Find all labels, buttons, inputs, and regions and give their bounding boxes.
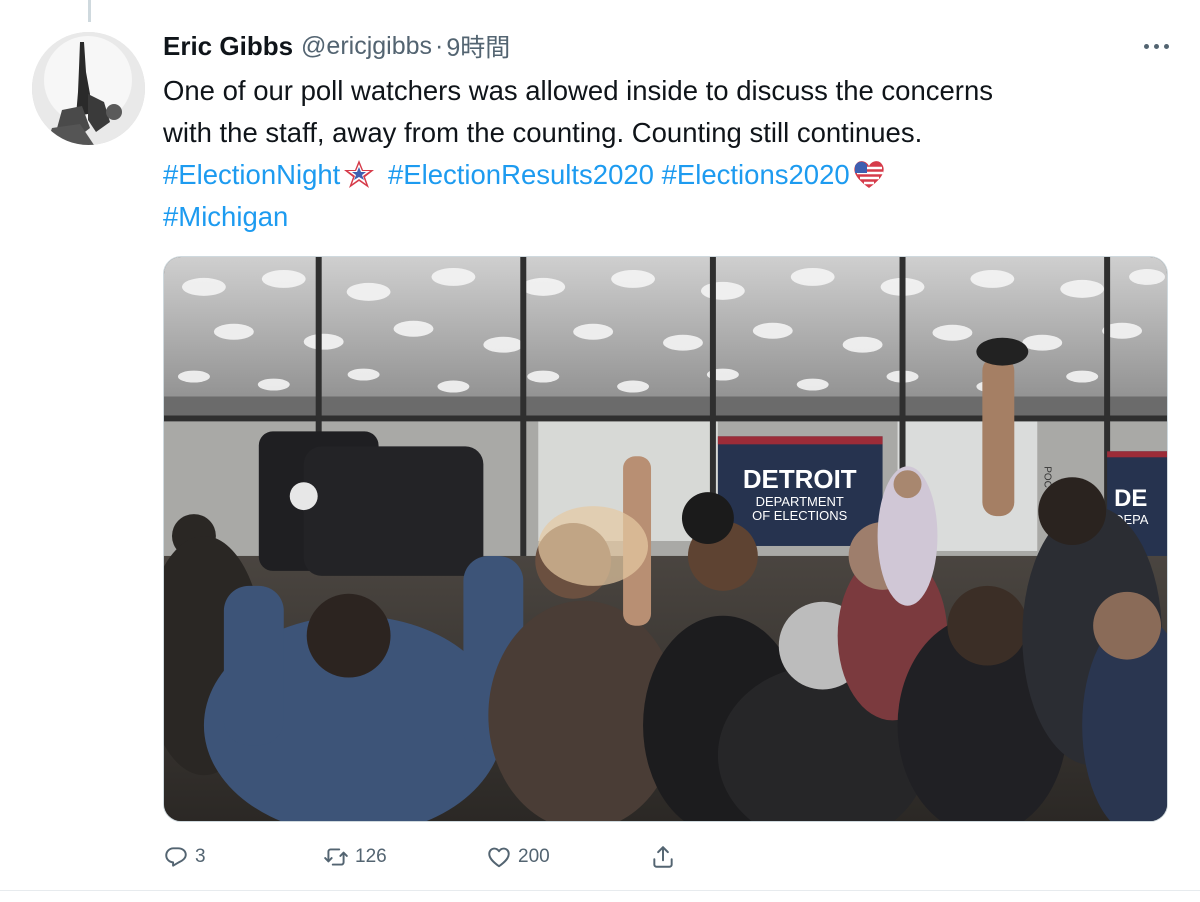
like-count: 200 (518, 846, 550, 867)
tweet-text-line: One of our poll watchers was allowed ins… (163, 75, 994, 106)
tweet-header: Eric Gibbs @ericjgibbs · 9時間 (163, 28, 510, 64)
hashtag-elections-2020[interactable]: #Elections2020 (662, 159, 850, 190)
retweet-button[interactable]: 126 (323, 840, 387, 874)
banner-subtitle: OF ELECTIONS (752, 508, 847, 523)
hashtag-line: #ElectionNight #ElectionResults2020 #Ele… (163, 154, 1173, 196)
reply-count: 3 (195, 846, 206, 867)
retweet-icon (324, 848, 348, 866)
hashtag-election-results-2020[interactable]: #ElectionResults2020 (388, 159, 654, 190)
hashtag-election-night[interactable]: #ElectionNight (163, 159, 340, 190)
thread-connector-line (88, 0, 91, 22)
banner-title: DETROIT (743, 466, 857, 494)
avatar[interactable] (32, 32, 145, 145)
banner-subtitle: DEPARTMENT (756, 494, 844, 509)
like-button[interactable]: 200 (486, 840, 550, 874)
tweet-photo[interactable]: DETROIT DEPARTMENT OF ELECTIONS DE DEPA … (163, 256, 1168, 822)
author-display-name[interactable]: Eric Gibbs (163, 31, 293, 62)
tweet-actions: 3 126 200 (163, 840, 683, 874)
tweet-timestamp[interactable]: 9時間 (446, 28, 510, 64)
retweet-count: 126 (355, 846, 387, 867)
star-emoji-icon (342, 159, 376, 189)
hashtag-michigan[interactable]: #Michigan (163, 201, 288, 232)
author-handle[interactable]: @ericjgibbs (301, 32, 432, 61)
avatar-photo (32, 32, 145, 145)
header-separator: · (435, 31, 444, 60)
crowd-photo: DETROIT DEPARTMENT OF ELECTIONS DE DEPA … (164, 257, 1167, 821)
more-options-icon[interactable] (1138, 32, 1174, 60)
share-icon (653, 846, 673, 868)
tweet-text: One of our poll watchers was allowed ins… (163, 70, 1173, 238)
reply-icon (165, 847, 187, 867)
hashtag-line: #Michigan (163, 196, 1173, 238)
heart-flag-emoji-icon (852, 159, 886, 189)
reply-button[interactable]: 3 (163, 840, 206, 874)
tweet-text-line: with the staff, away from the counting. … (163, 117, 923, 148)
share-button[interactable] (650, 840, 676, 874)
heart-icon (488, 847, 510, 868)
tweet-divider (0, 890, 1200, 891)
banner-right-title: DE (1114, 485, 1147, 512)
